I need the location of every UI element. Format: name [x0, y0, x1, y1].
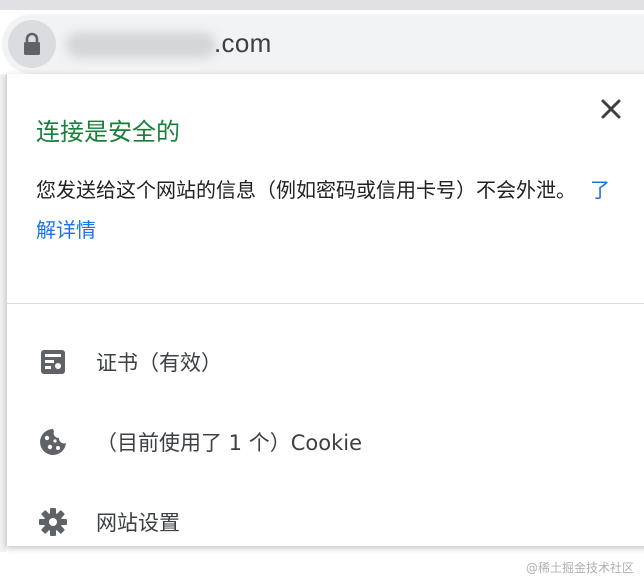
connection-info-text: 您发送给这个网站的信息（例如密码或信用卡号）不会外泄。: [36, 178, 576, 202]
watermark: @稀土掘金技术社区: [525, 561, 634, 575]
connection-status-title: 连接是安全的: [36, 118, 180, 146]
certificate-item[interactable]: 证书（有效）: [36, 342, 222, 382]
close-button[interactable]: [596, 94, 626, 124]
lock-icon: [24, 32, 40, 55]
site-settings-item[interactable]: 网站设置: [36, 502, 180, 542]
gear-icon: [36, 505, 70, 539]
cookies-label: （目前使用了 1 个）Cookie: [96, 431, 362, 455]
blurred-domain: [66, 32, 216, 58]
certificate-label: 证书（有效）: [96, 351, 222, 375]
browser-toolbar-strip: [0, 0, 644, 10]
cookie-icon: [36, 425, 70, 459]
close-icon: [601, 99, 621, 119]
divider: [6, 303, 644, 304]
certificate-icon: [36, 345, 70, 379]
connection-info: 您发送给这个网站的信息（例如密码或信用卡号）不会外泄。 了解详情: [36, 170, 626, 250]
url-text: .com: [214, 28, 272, 58]
site-settings-label: 网站设置: [96, 511, 180, 535]
site-info-button[interactable]: [8, 20, 56, 68]
cookies-item[interactable]: （目前使用了 1 个）Cookie: [36, 422, 362, 462]
